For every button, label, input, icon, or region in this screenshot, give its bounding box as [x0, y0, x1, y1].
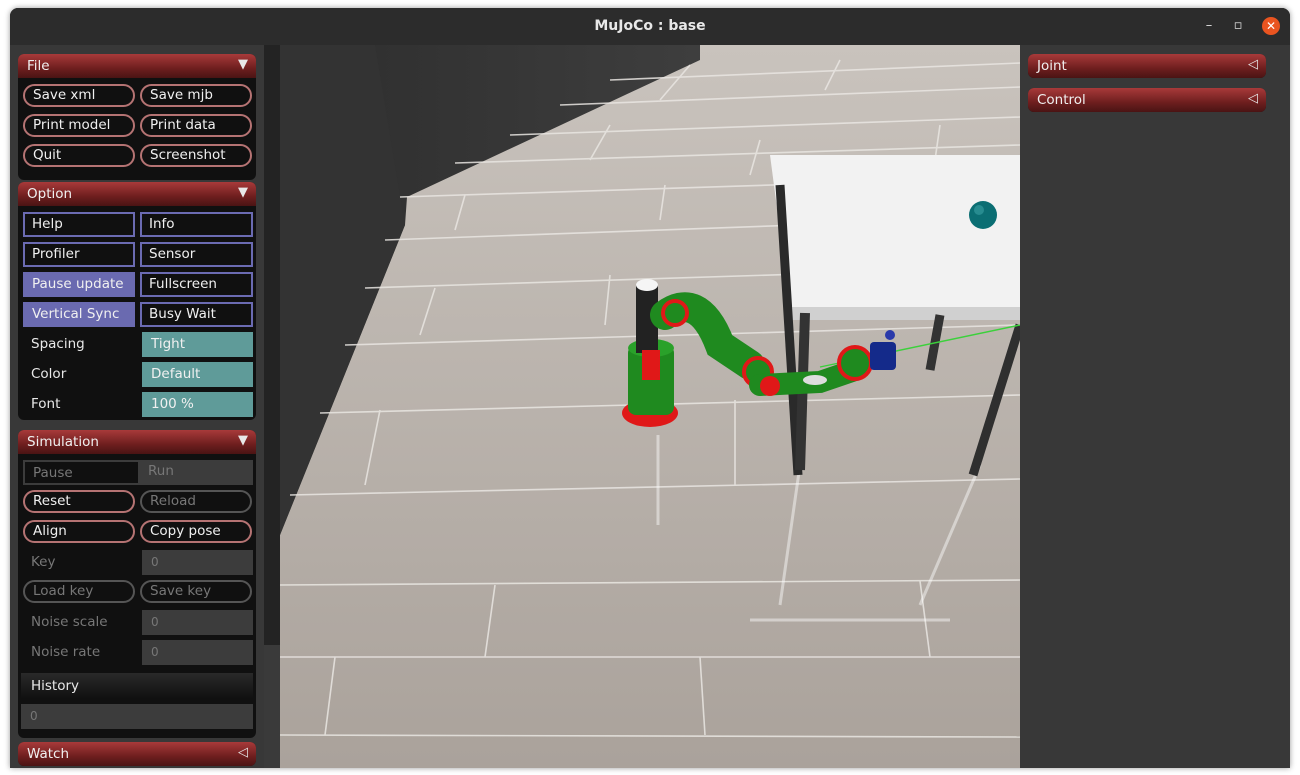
joint-section: Joint ◁	[1028, 54, 1266, 78]
font-select[interactable]: 100 %	[142, 392, 253, 417]
color-label: Color	[31, 366, 67, 382]
quit-button[interactable]: Quit	[23, 144, 135, 167]
save-xml-button[interactable]: Save xml	[23, 84, 135, 107]
spacing-label: Spacing	[31, 336, 85, 352]
watch-section-title: Watch	[27, 746, 70, 762]
history-header: History	[21, 673, 253, 699]
print-data-button[interactable]: Print data	[140, 114, 252, 137]
file-section-header[interactable]: File ▼	[18, 54, 256, 78]
option-section: Option ▼ Help Info Profiler Sensor Pause…	[18, 182, 256, 420]
noise-scale-slider[interactable]: 0	[142, 610, 253, 635]
simulation-section-title: Simulation	[27, 434, 99, 450]
watch-section: Watch ◁	[18, 742, 256, 766]
noise-rate-slider[interactable]: 0	[142, 640, 253, 665]
3d-viewport[interactable]	[280, 45, 1020, 768]
chevron-left-icon: ◁	[238, 745, 248, 760]
profiler-toggle[interactable]: Profiler	[23, 242, 135, 267]
file-section: File ▼ Save xml Save mjb Print model Pri…	[18, 54, 256, 180]
screenshot-button[interactable]: Screenshot	[140, 144, 252, 167]
left-panel-scrollbar-track	[264, 645, 280, 768]
align-button[interactable]: Align	[23, 520, 135, 543]
spacing-select[interactable]: Tight	[142, 332, 253, 357]
option-section-title: Option	[27, 186, 73, 202]
info-toggle[interactable]: Info	[140, 212, 253, 237]
control-section-title: Control	[1037, 92, 1086, 108]
title-bar[interactable]: MuJoCo : base – ▫ ✕	[10, 8, 1290, 46]
simulation-section-header[interactable]: Simulation ▼	[18, 430, 256, 454]
chevron-left-icon: ◁	[1248, 91, 1258, 106]
print-model-button[interactable]: Print model	[23, 114, 135, 137]
control-section: Control ◁	[1028, 88, 1266, 112]
option-section-header[interactable]: Option ▼	[18, 182, 256, 206]
simulation-section: Simulation ▼ Pause Run Reset Reload Alig…	[18, 430, 256, 738]
font-label: Font	[31, 396, 61, 412]
key-label: Key	[31, 554, 56, 570]
color-select[interactable]: Default	[142, 362, 253, 387]
scene-render	[280, 45, 1020, 768]
copy-pose-button[interactable]: Copy pose	[140, 520, 252, 543]
noise-scale-label: Noise scale	[31, 614, 108, 630]
history-slider[interactable]: 0	[21, 704, 253, 729]
help-toggle[interactable]: Help	[23, 212, 135, 237]
watch-section-header[interactable]: Watch ◁	[18, 742, 256, 766]
chevron-down-icon: ▼	[238, 57, 248, 72]
app-window: MuJoCo : base – ▫ ✕ File ▼ Save xml Save…	[10, 8, 1290, 768]
file-section-title: File	[27, 58, 50, 74]
minimize-icon[interactable]: –	[1200, 17, 1218, 35]
reset-button[interactable]: Reset	[23, 490, 135, 513]
key-slider[interactable]: 0	[142, 550, 253, 575]
run-radio[interactable]: Run	[140, 460, 253, 485]
maximize-icon[interactable]: ▫	[1229, 17, 1247, 35]
reload-button[interactable]: Reload	[140, 490, 252, 513]
pause-radio[interactable]: Pause	[23, 460, 140, 485]
control-section-header[interactable]: Control ◁	[1028, 88, 1266, 112]
load-key-button[interactable]: Load key	[23, 580, 135, 603]
chevron-down-icon: ▼	[238, 433, 248, 448]
chevron-down-icon: ▼	[238, 185, 248, 200]
vertical-sync-toggle[interactable]: Vertical Sync	[23, 302, 135, 327]
chevron-left-icon: ◁	[1248, 57, 1258, 72]
save-mjb-button[interactable]: Save mjb	[140, 84, 252, 107]
sensor-toggle[interactable]: Sensor	[140, 242, 253, 267]
joint-section-title: Joint	[1037, 58, 1067, 74]
window-title: MuJoCo : base	[594, 18, 706, 34]
noise-rate-label: Noise rate	[31, 644, 101, 660]
joint-section-header[interactable]: Joint ◁	[1028, 54, 1266, 78]
fullscreen-toggle[interactable]: Fullscreen	[140, 272, 253, 297]
close-icon[interactable]: ✕	[1262, 17, 1280, 35]
save-key-button[interactable]: Save key	[140, 580, 252, 603]
left-panel-scrollbar[interactable]	[264, 45, 280, 645]
left-panel: File ▼ Save xml Save mjb Print model Pri…	[10, 45, 264, 768]
history-label: History	[31, 678, 80, 694]
busy-wait-toggle[interactable]: Busy Wait	[140, 302, 253, 327]
right-panel: Joint ◁ Control ◁	[1020, 45, 1290, 768]
pause-update-toggle[interactable]: Pause update	[23, 272, 135, 297]
